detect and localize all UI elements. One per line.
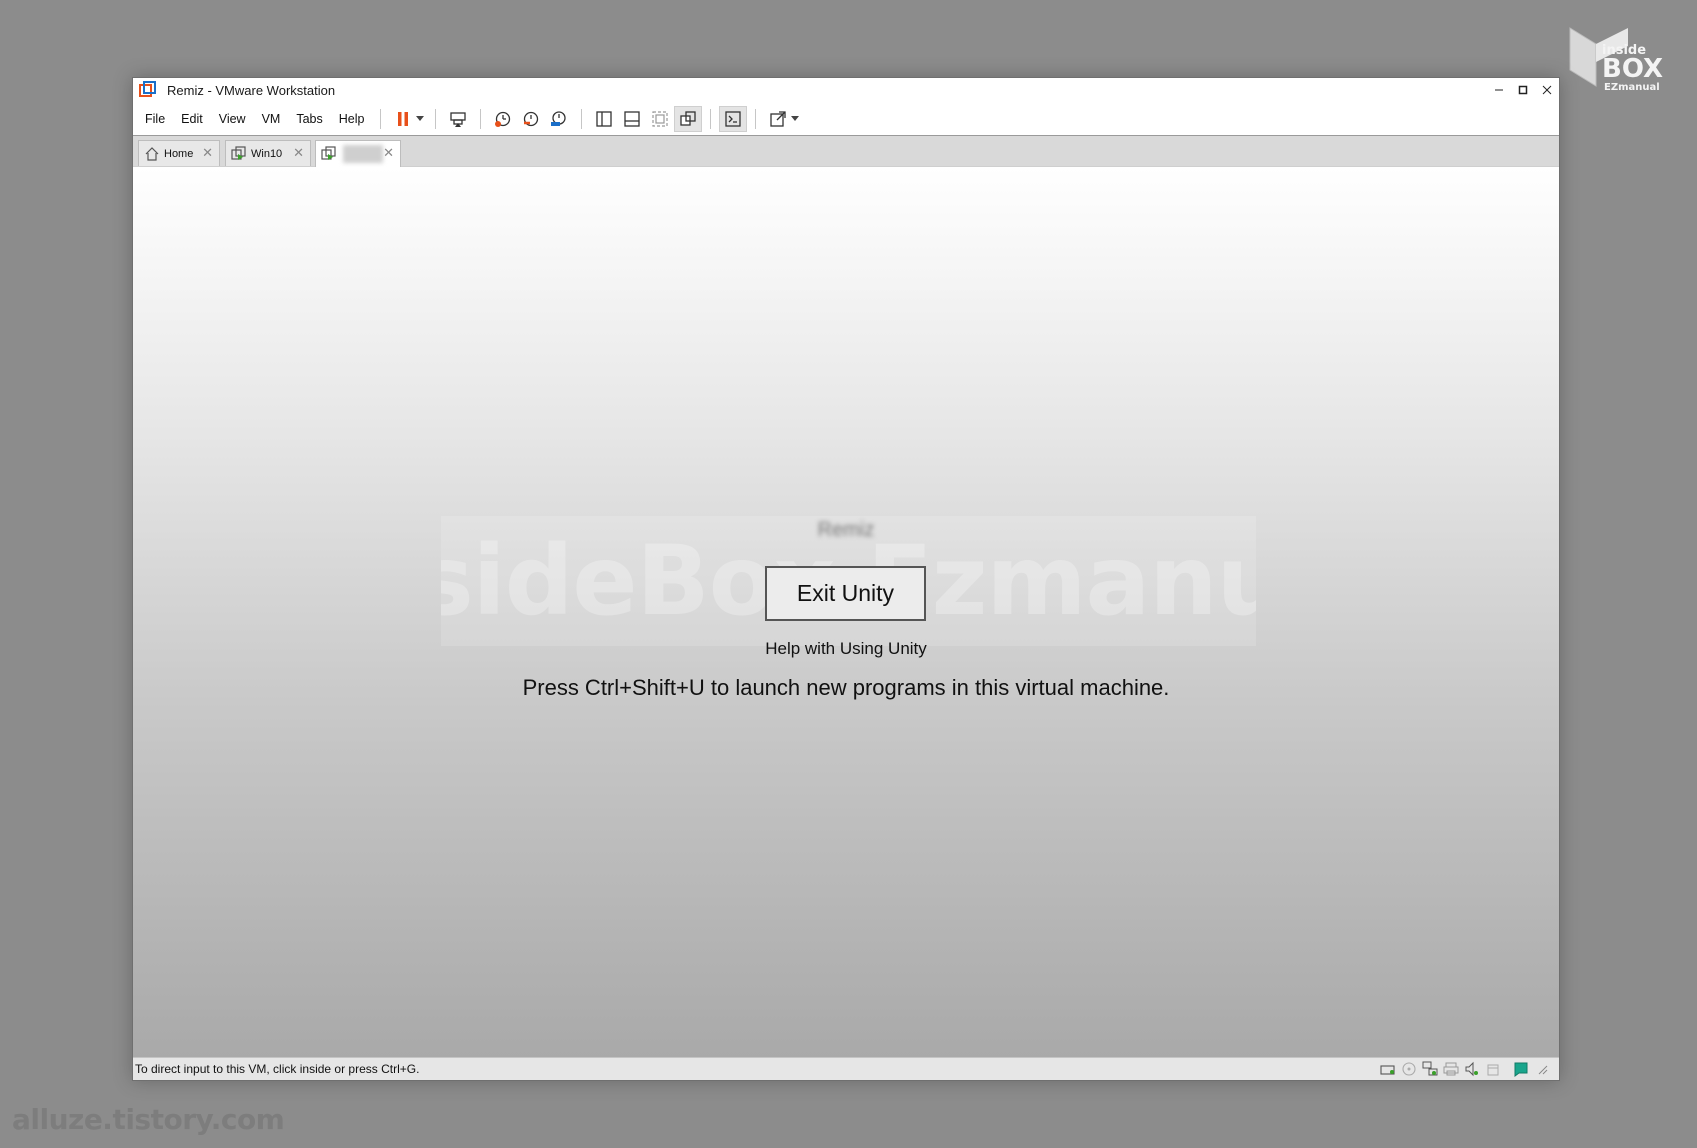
menu-edit[interactable]: Edit [173,112,211,126]
vmware-app-icon [139,81,156,97]
chevron-down-icon [416,116,425,121]
home-icon [145,146,159,161]
revert-snapshot-button[interactable] [517,106,545,132]
take-snapshot-button[interactable] [489,106,517,132]
maximize-icon [1518,85,1528,95]
toolbar-separator [480,108,482,129]
toolbar-separator [435,108,437,129]
menu-file[interactable]: File [137,112,173,126]
stretch-dropdown-button[interactable] [788,116,802,121]
hard-disk-icon[interactable] [1379,1060,1397,1078]
close-button[interactable] [1535,78,1559,102]
menu-vm[interactable]: VM [254,112,289,126]
vmware-window: Remiz - VMware Workstation File Edit Vie… [132,77,1560,1081]
vm-name: Remiz [817,519,875,541]
thumbnail-bar-icon [624,110,641,127]
show-library-button[interactable] [590,106,618,132]
tab-remiz-label-redacted [343,145,383,163]
exit-unity-button[interactable]: Exit Unity [765,566,926,621]
menu-toolbar: File Edit View VM Tabs Help [133,102,1559,136]
menu-tabs[interactable]: Tabs [288,112,330,126]
status-text: To direct input to this VM, click inside… [135,1062,420,1076]
console-view-button[interactable] [719,105,748,132]
full-screen-button[interactable] [646,106,674,132]
tab-close-icon[interactable]: ✕ [202,146,213,161]
resize-grip-icon[interactable] [1533,1060,1551,1078]
toolbar-separator [581,108,583,129]
unity-hint-text: Press Ctrl+Shift+U to launch new program… [522,675,1170,700]
stretch-icon [770,110,787,127]
sound-card-icon[interactable] [1463,1060,1481,1078]
power-dropdown-button[interactable] [413,116,427,121]
vm-console-area[interactable]: insideBox Ezmanual Remiz Exit Unity Help… [133,167,1559,1058]
send-keys-icon [450,111,467,127]
usb-device-icon[interactable] [1484,1060,1502,1078]
show-thumbnail-bar-button[interactable] [618,106,646,132]
cd-dvd-icon[interactable] [1400,1060,1418,1078]
menu-help[interactable]: Help [331,112,373,126]
terminal-icon [725,110,742,127]
send-ctrl-alt-del-button[interactable] [444,106,472,132]
site-url-watermark: alluze.tistory.com [12,1103,285,1136]
title-bar: Remiz - VMware Workstation [133,78,1559,102]
tab-strip: Home ✕ Win10 ✕ ✕ [133,136,1559,167]
tab-remiz[interactable]: ✕ [315,140,401,167]
chevron-down-icon [791,116,800,121]
snapshot-icon [495,111,511,127]
vm-icon [231,145,246,160]
maximize-button[interactable] [1511,78,1535,102]
logo-word-box: BOX [1602,54,1663,84]
snapshot-manager-icon [551,110,567,126]
library-icon [596,110,613,127]
pause-icon [398,111,409,126]
toolbar-separator [380,108,382,129]
minimize-button[interactable] [1487,78,1511,102]
status-bar: To direct input to this VM, click inside… [133,1057,1559,1080]
logo-word-ezmanual: EZmanual [1604,82,1660,93]
device-icons [1376,1060,1551,1078]
close-icon [1542,85,1552,95]
unity-help-link[interactable]: Help with Using Unity [133,639,1559,659]
tab-home[interactable]: Home ✕ [138,140,220,166]
minimize-icon [1495,89,1503,91]
revert-snapshot-icon [524,111,539,126]
toolbar-separator [710,108,712,129]
insidebox-logo: inside BOX EZmanual [1569,27,1663,93]
unity-icon [680,110,697,126]
tab-close-icon[interactable]: ✕ [383,146,394,161]
printer-icon[interactable] [1442,1060,1460,1078]
window-title: Remiz - VMware Workstation [167,82,336,98]
tab-home-label: Home [164,147,194,160]
tab-win10[interactable]: Win10 ✕ [225,140,311,166]
network-adapter-icon[interactable] [1421,1060,1439,1078]
tab-close-icon[interactable]: ✕ [293,146,304,161]
tab-win10-label: Win10 [251,147,283,160]
menu-view[interactable]: View [211,112,254,126]
full-screen-icon [652,110,669,127]
snapshot-manager-button[interactable] [545,106,573,132]
unity-button[interactable] [674,105,703,132]
message-log-icon[interactable] [1512,1060,1530,1078]
toolbar-separator [755,108,757,129]
vm-running-icon [321,146,336,160]
